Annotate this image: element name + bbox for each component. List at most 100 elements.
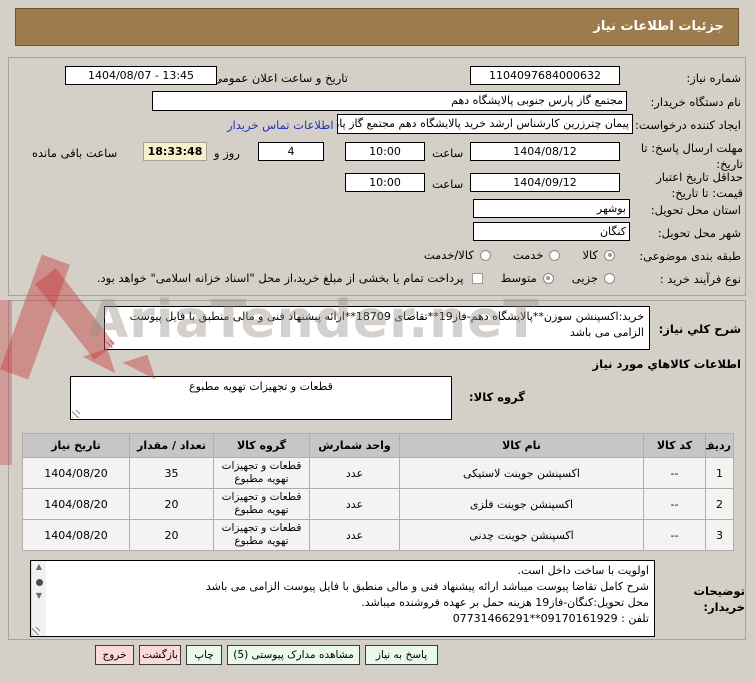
process-option-partial[interactable]: جزیی: [572, 271, 615, 285]
buyer-org-label: نام دستگاه خریدار:: [650, 95, 741, 109]
delivery-city-label: شهر محل تحویل:: [657, 226, 741, 240]
delivery-city-field[interactable]: کنگان: [473, 222, 630, 241]
goods-table: ردیف کد کالا نام کالا واحد شمارش گروه کا…: [22, 433, 734, 551]
cell-qty: 20: [129, 488, 214, 520]
scroll-up-icon[interactable]: ▲: [36, 561, 42, 573]
view-attachments-button[interactable]: مشاهده مدارک پیوستی (5): [227, 645, 360, 665]
cell-date: 1404/08/20: [22, 457, 130, 489]
process-option-medium[interactable]: متوسط: [501, 271, 554, 285]
resize-handle-icon[interactable]: [72, 410, 80, 418]
cell-name: اکسپنشن جوینت فلزی: [399, 488, 644, 520]
cell-unit: عدد: [309, 488, 400, 520]
cell-qty: 35: [129, 457, 214, 489]
radio-selected-icon[interactable]: [604, 249, 615, 261]
process-option-partial-label: جزیی: [571, 271, 598, 285]
goods-group-field[interactable]: قطعات و تجهیزات تهویه مطبوع: [70, 376, 452, 420]
classification-radio-group: کالا خدمت کالا/خدمت: [424, 248, 615, 262]
cell-code: --: [643, 457, 706, 489]
process-type-radio-group: جزیی متوسط پرداخت تمام یا بخشی از مبلغ خ…: [97, 271, 615, 285]
classification-label: طبقه بندی موضوعی:: [639, 249, 741, 263]
request-creator-field[interactable]: پیمان چترزرین کارشناس ارشد خرید پالایشگا…: [337, 114, 633, 134]
reply-deadline-date-field[interactable]: 1404/08/12: [470, 142, 620, 161]
reply-deadline-label: مهلت ارسال پاسخ: تا تاریخ:: [640, 141, 743, 171]
table-row: 2 -- اکسپنشن جوینت فلزی عدد قطعات و تجهی…: [22, 488, 734, 520]
col-code: کد کالا: [643, 433, 706, 458]
treasury-payment-option[interactable]: پرداخت تمام یا بخشی از مبلغ خرید،از محل …: [97, 271, 483, 285]
buyer-org-field[interactable]: مجتمع گاز پارس جنوبی پالایشگاه دهم: [152, 91, 627, 111]
back-button[interactable]: بازگشت: [139, 645, 181, 665]
page-title: جزئیات اطلاعات نیاز: [15, 8, 739, 46]
buyer-notes-textarea[interactable]: اولویت با ساخت داخل است. شرح کامل تقاضا …: [30, 560, 655, 637]
cell-qty: 20: [129, 519, 214, 551]
scroll-down-icon[interactable]: ▼: [36, 590, 42, 602]
treasury-payment-label: پرداخت تمام یا بخشی از مبلغ خرید،از محل …: [96, 271, 464, 285]
need-number-field[interactable]: 1104097684000632: [470, 66, 620, 85]
classification-option-goods[interactable]: کالا: [582, 248, 615, 262]
cell-code: --: [643, 488, 706, 520]
table-row: 3 -- اکسپنشن جوینت چدنی عدد قطعات و تجهی…: [22, 519, 734, 551]
table-row: 1 -- اکسپنشن جوینت لاستیکی عدد قطعات و ت…: [22, 457, 734, 489]
cell-row: 3: [705, 519, 734, 551]
goods-section-title: اطلاعات کالاهاي مورد نیاز: [592, 357, 741, 371]
need-description-label: شرح کلي نیاز:: [658, 322, 741, 336]
radio-icon[interactable]: [604, 272, 615, 284]
scrollbar-thumb[interactable]: [35, 579, 43, 586]
resize-handle-icon[interactable]: [106, 340, 114, 348]
tender-detail-page: جزئیات اطلاعات نیاز شماره نیاز: 11040976…: [0, 0, 755, 682]
checkbox-icon[interactable]: [471, 272, 483, 284]
price-validity-label: حداقل تاریخ اعتبار قیمت: تا تاریخ:: [656, 170, 743, 200]
delivery-province-field[interactable]: بوشهر: [473, 199, 630, 218]
validity-hour-label: ساعت: [432, 177, 464, 191]
radio-icon[interactable]: [479, 249, 491, 261]
countdown-suffix-label: ساعت باقی مانده: [32, 146, 118, 160]
resize-handle-icon[interactable]: [32, 627, 40, 635]
announce-datetime-field[interactable]: 1404/08/07 - 13:45: [65, 66, 217, 85]
classification-option-service-label: خدمت: [512, 248, 544, 262]
request-creator-label: ایجاد کننده درخواست:: [635, 118, 741, 132]
cell-name: اکسپنشن جوینت چدنی: [399, 519, 644, 551]
classification-option-goods-service[interactable]: کالا/خدمت: [424, 248, 491, 262]
delivery-province-label: استان محل تحویل:: [650, 203, 741, 217]
cell-code: --: [643, 519, 706, 551]
cell-group: قطعات و تجهیزات تهویه مطبوع: [213, 457, 310, 489]
exit-button[interactable]: خروج: [95, 645, 134, 665]
classification-option-service[interactable]: خدمت: [513, 248, 561, 262]
cell-name: اکسپنشن جوینت لاستیکی: [399, 457, 644, 489]
cell-group: قطعات و تجهیزات تهویه مطبوع: [213, 488, 310, 520]
announce-datetime-label: تاریخ و ساعت اعلان عمومی:: [209, 71, 348, 85]
buyer-contact-link[interactable]: اطلاعات تماس خریدار: [227, 118, 334, 132]
cell-row: 2: [705, 488, 734, 520]
col-name: نام کالا: [399, 433, 644, 458]
process-type-label: نوع فرآیند خرید :: [659, 272, 741, 286]
price-validity-hour-field[interactable]: 10:00: [345, 173, 425, 192]
buyer-notes-label: توضیحات خریدار:: [693, 584, 746, 614]
process-option-medium-label: متوسط: [500, 271, 537, 285]
col-qty: تعداد / مقدار: [129, 433, 214, 458]
cell-row: 1: [705, 457, 734, 489]
reply-deadline-hour-field[interactable]: 10:00: [345, 142, 425, 161]
days-suffix-label: روز و: [214, 146, 240, 160]
col-unit: واحد شمارش: [309, 433, 400, 458]
print-button[interactable]: چاپ: [186, 645, 222, 665]
days-left-field[interactable]: 4: [258, 142, 324, 161]
goods-group-label: گروه کالا:: [469, 390, 525, 404]
classification-option-goods-label: کالا: [582, 248, 598, 262]
col-group: گروه کالا: [213, 433, 310, 458]
cell-unit: عدد: [309, 457, 400, 489]
cell-date: 1404/08/20: [22, 519, 130, 551]
notes-scrollbar[interactable]: ▲ ▼: [31, 561, 46, 636]
countdown-timer: 18:33:48: [143, 142, 207, 161]
table-header-row: ردیف کد کالا نام کالا واحد شمارش گروه کا…: [22, 433, 734, 458]
radio-icon[interactable]: [549, 249, 561, 261]
cell-unit: عدد: [309, 519, 400, 551]
col-date: تاریخ نیاز: [22, 433, 130, 458]
reply-to-need-button[interactable]: پاسخ به نیاز: [365, 645, 438, 665]
cell-group: قطعات و تجهیزات تهویه مطبوع: [213, 519, 310, 551]
need-number-label: شماره نیاز:: [686, 71, 741, 85]
radio-selected-icon[interactable]: [542, 272, 554, 284]
deadline-hour-label: ساعت: [432, 146, 464, 160]
cell-date: 1404/08/20: [22, 488, 130, 520]
col-row: ردیف: [705, 433, 734, 458]
need-description-textarea[interactable]: خرید:اکسپنشن سوزن**پالایشگاه دهم-فاز19**…: [104, 306, 650, 350]
price-validity-date-field[interactable]: 1404/09/12: [470, 173, 620, 192]
